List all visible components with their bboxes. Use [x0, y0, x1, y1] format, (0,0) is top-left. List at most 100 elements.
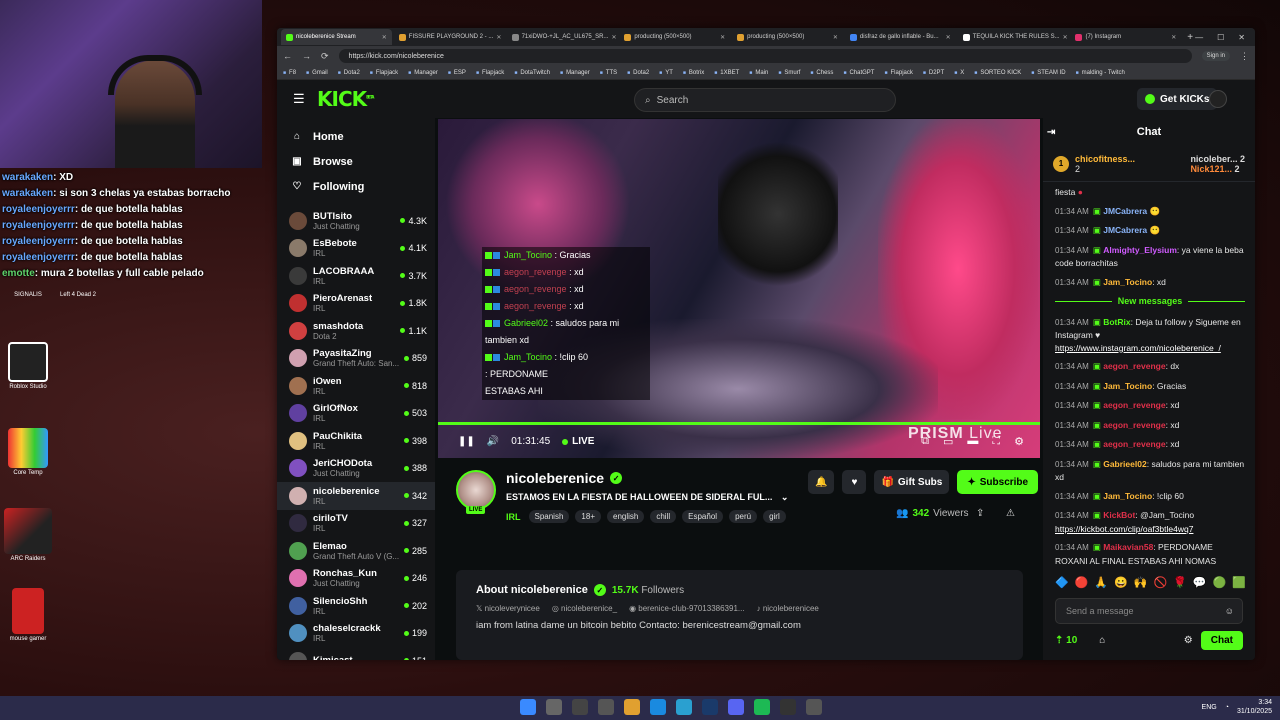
url-input[interactable]: https://kick.com/nicoleberenice	[338, 49, 1192, 63]
sidebar-channel-lacobraaa[interactable]: LACOBRAAA IRL 3.7K	[277, 262, 435, 290]
emote-icon[interactable]: 🔴	[1075, 576, 1089, 589]
chat-username[interactable]: JMCabrera	[1103, 225, 1147, 235]
follow-button[interactable]: ♥	[842, 470, 867, 494]
steam-icon[interactable]	[702, 699, 718, 715]
close-tab-icon[interactable]: ✕	[1171, 34, 1176, 41]
bookmark-item[interactable]: TTS	[600, 70, 617, 76]
new-tab-icon[interactable]: +	[1187, 32, 1193, 43]
subscribe-button[interactable]: ✦ Subscribe	[957, 470, 1039, 494]
chat-settings-icon[interactable]: ⚙	[1184, 635, 1193, 646]
search-input[interactable]: ⌕ Search	[634, 88, 896, 112]
close-tab-icon[interactable]: ✕	[382, 34, 387, 41]
bookmark-item[interactable]: ESP	[448, 70, 466, 76]
streamer-name[interactable]: nicoleberenice	[506, 470, 604, 486]
stream-tag[interactable]: Español	[682, 510, 724, 523]
category-link[interactable]: IRL	[506, 512, 521, 522]
emote-icon[interactable]: 💬	[1193, 576, 1207, 589]
stream-tag[interactable]: 18+	[575, 510, 601, 523]
browser-tab[interactable]: FISSURE PLAYGROUND 2 - ... ✕	[394, 29, 505, 45]
fullscreen-icon[interactable]: ⛶	[992, 435, 1000, 448]
social-link[interactable]: ♪ nicoleberenicee	[757, 604, 819, 613]
stream-tag[interactable]: chill	[650, 510, 677, 523]
menu-hamburger-icon[interactable]: ☰	[293, 91, 305, 107]
bookmark-item[interactable]: Dota2	[338, 70, 360, 76]
chat-link[interactable]: https://kickbot.com/clip/oaf3btle4wq7	[1055, 524, 1193, 534]
social-link[interactable]: ◎ nicoleberenice_	[552, 604, 617, 613]
browser-tab[interactable]: producting (500×500) ✕	[619, 29, 730, 45]
bookmark-item[interactable]: Flapjack	[476, 70, 504, 76]
folder-icon[interactable]	[624, 699, 640, 715]
close-tab-icon[interactable]: ✕	[720, 34, 725, 41]
bookmark-item[interactable]: STEAM ID	[1031, 70, 1065, 76]
bookmark-item[interactable]: SORTEO KICK	[974, 70, 1021, 76]
back-icon[interactable]: ←	[283, 51, 292, 61]
store-icon[interactable]: ⌂	[1099, 635, 1105, 646]
leader-name[interactable]: Nick121...	[1190, 164, 1232, 174]
bookmark-item[interactable]: 1XBET	[714, 70, 739, 76]
chat-username[interactable]: Maikavian58	[1103, 542, 1153, 552]
chat-username[interactable]: Jam_Tocino	[1103, 381, 1152, 391]
stream-tag[interactable]: english	[607, 510, 645, 523]
spotify-icon[interactable]	[754, 699, 770, 715]
video-player[interactable]: Jam_Tocino : Gracias aegon_revenge : xd ae…	[438, 119, 1040, 458]
sidebar-item-following[interactable]: ♡ Following	[277, 174, 435, 199]
browser-tab[interactable]: 71xiDWO-+JL_AC_UL675_SR... ✕	[507, 29, 618, 45]
close-tab-icon[interactable]: ✕	[946, 34, 951, 41]
clip-icon[interactable]: ⧉	[921, 435, 929, 448]
chat-username[interactable]: JMCabrera	[1103, 206, 1147, 216]
browser-tab[interactable]: disfraz de gallo inflable - Bu... ✕	[845, 29, 956, 45]
bookmark-item[interactable]: Dota2	[627, 70, 649, 76]
notification-bell-button[interactable]: 🔔	[808, 470, 835, 494]
close-icon[interactable]: ✕	[1238, 33, 1245, 42]
chat-username[interactable]: BotRix	[1103, 317, 1130, 327]
miniplayer-icon[interactable]: ▭	[943, 435, 953, 448]
sidebar-channel-elemao[interactable]: Elemao Grand Theft Auto V (G... 285	[277, 537, 435, 565]
emote-icon[interactable]: 🔷	[1055, 576, 1069, 589]
chat-username[interactable]: aegon_revenge	[1103, 400, 1165, 410]
sidebar-item-browse[interactable]: ▣ Browse	[277, 149, 435, 174]
app-icon[interactable]	[806, 699, 822, 715]
chat-username[interactable]: KickBot	[1103, 510, 1135, 520]
forward-icon[interactable]: →	[302, 51, 311, 61]
bookmark-item[interactable]: X	[954, 70, 964, 76]
emote-icon[interactable]: 🟢	[1213, 576, 1227, 589]
emote-icon[interactable]: 🌹	[1173, 576, 1187, 589]
start-icon[interactable]	[520, 699, 536, 715]
leader-name[interactable]: chicofitness...	[1075, 154, 1135, 164]
chat-username[interactable]: aegon_revenge	[1103, 361, 1165, 371]
theater-icon[interactable]: ▬	[967, 435, 978, 448]
bookmark-item[interactable]: Botrix	[683, 70, 704, 76]
sidebar-channel-smashdota[interactable]: smashdota Dota 2 1.1K	[277, 317, 435, 345]
sidebar-channel-cirilotv[interactable]: ciriloTV IRL 327	[277, 510, 435, 538]
sidebar-channel-esbebote[interactable]: EsBebote IRL 4.1K	[277, 235, 435, 263]
bookmark-item[interactable]: DotaTwitch	[514, 70, 550, 76]
sidebar-channel-ronchas_kun[interactable]: Ronchas_Kun Just Chatting 246	[277, 565, 435, 593]
close-tab-icon[interactable]: ✕	[833, 34, 838, 41]
emote-icon[interactable]: 🚫	[1154, 576, 1168, 589]
wifi-icon[interactable]: ◔	[1225, 704, 1229, 711]
bookmark-item[interactable]: YT	[659, 70, 673, 76]
edge-icon[interactable]	[650, 699, 666, 715]
close-tab-icon[interactable]: ✕	[1063, 34, 1068, 41]
social-link[interactable]: ◉ berenice-club-97013386391...	[629, 604, 745, 613]
chat-username[interactable]: aegon_revenge	[1103, 420, 1165, 430]
bookmark-item[interactable]: F8	[283, 70, 296, 76]
collapse-chat-icon[interactable]: ⇥	[1047, 127, 1055, 138]
chat-username[interactable]: Jam_Tocino	[1103, 277, 1152, 287]
sidebar-channel-kimicast[interactable]: Kimicast151	[277, 647, 435, 660]
sidebar-item-home[interactable]: ⌂ Home	[277, 124, 435, 149]
emoji-picker-icon[interactable]: ☺	[1225, 606, 1234, 616]
sidebar-channel-nicoleberenice[interactable]: nicoleberenice IRL 342	[277, 482, 435, 510]
user-avatar[interactable]	[1209, 90, 1227, 108]
channel-points[interactable]: ⇡ 10	[1055, 635, 1077, 646]
close-tab-icon[interactable]: ✕	[496, 34, 501, 41]
desktop-icon-arc-raiders[interactable]: ARC Raiders	[2, 508, 54, 562]
get-kicks-button[interactable]: Get KICKs	[1137, 88, 1218, 110]
bookmark-item[interactable]: ChatGPT	[843, 70, 874, 76]
bookmark-item[interactable]: malding - Twitch	[1076, 70, 1125, 76]
desktop-icon-mouse-gamer[interactable]: mouse gamer	[2, 588, 54, 642]
kick-logo[interactable]: KICKBETA	[317, 87, 374, 111]
chevron-down-icon[interactable]: ⌄	[781, 492, 789, 502]
desktop-icon-signalis[interactable]: SIGNALIS	[2, 292, 54, 298]
desktop-icon-core-temp[interactable]: Core Temp	[2, 428, 54, 476]
